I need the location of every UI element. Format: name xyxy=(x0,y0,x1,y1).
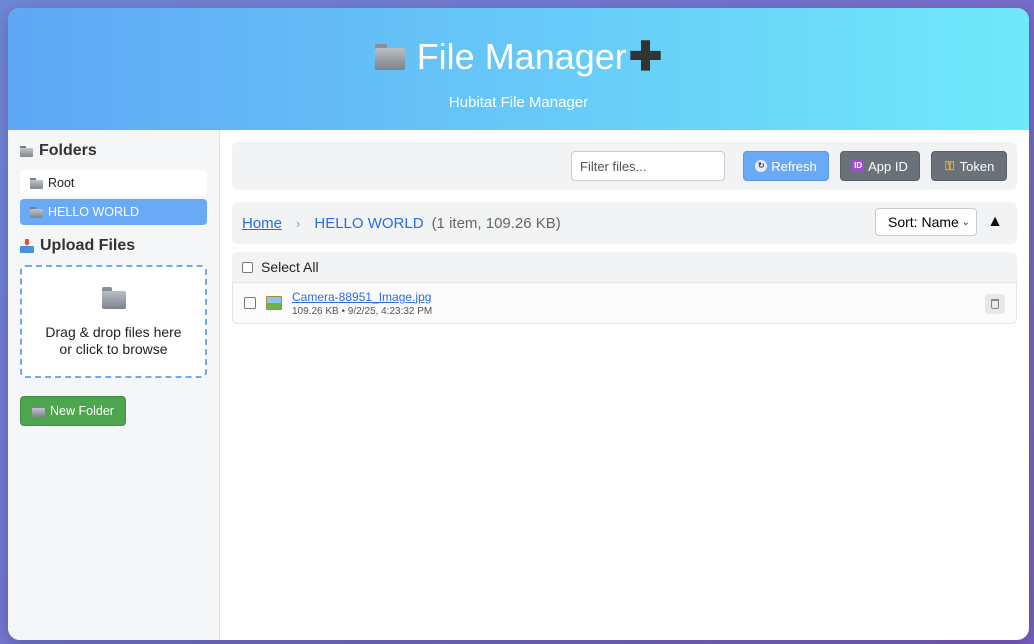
folder-icon xyxy=(20,145,33,157)
sort-direction-button[interactable]: ▲ xyxy=(987,213,1003,231)
file-meta: 109.26 KB • 9/2/25, 4:23:32 PM xyxy=(292,305,433,317)
new-folder-button[interactable]: New Folder xyxy=(20,396,126,426)
breadcrumb-separator: › xyxy=(296,215,301,231)
folders-heading: Folders xyxy=(20,142,207,160)
header: File Manager ✚ Hubitat File Manager xyxy=(8,8,1029,130)
folder-icon xyxy=(30,177,43,189)
inbox-tray-icon xyxy=(20,239,34,253)
dropzone-text: Drag & drop files here or click to brows… xyxy=(22,324,205,358)
folder-summary: (1 item, 109.26 KB) xyxy=(431,214,561,232)
list-item: Camera-88951_Image.jpg 109.26 KB • 9/2/2… xyxy=(232,282,1017,324)
sidebar: Folders Root HELLO WORLD Upload Files Dr… xyxy=(8,130,220,640)
refresh-icon: ↻ xyxy=(755,160,768,172)
breadcrumb: Home › HELLO WORLD (1 item, 109.26 KB) S… xyxy=(232,202,1017,244)
refresh-button[interactable]: ↻ Refresh xyxy=(743,151,829,181)
chevron-down-icon: ⌄ xyxy=(961,216,970,228)
sort-selected-value: Sort: Name xyxy=(888,214,959,230)
trash-icon xyxy=(991,299,999,309)
refresh-label: Refresh xyxy=(771,158,817,174)
token-label: Token xyxy=(959,158,995,174)
upload-dropzone[interactable]: Drag & drop files here or click to brows… xyxy=(20,265,207,378)
dropzone-line-2: or click to browse xyxy=(59,341,168,357)
folder-icon xyxy=(32,405,46,417)
sidebar-item-root[interactable]: Root xyxy=(20,170,207,196)
app-id-label: App ID xyxy=(868,158,908,174)
key-icon: ⚿ xyxy=(945,159,955,173)
page-title: File Manager ✚ xyxy=(8,8,1029,80)
folder-icon xyxy=(101,287,126,309)
file-checkbox[interactable] xyxy=(244,297,256,309)
select-all-label[interactable]: Select All xyxy=(261,259,319,275)
upload-heading-label: Upload Files xyxy=(40,237,136,254)
select-all-checkbox[interactable] xyxy=(242,261,253,273)
delete-button[interactable] xyxy=(985,294,1005,314)
image-file-icon xyxy=(266,296,282,310)
token-button[interactable]: ⚿ Token xyxy=(931,151,1007,181)
upload-heading: Upload Files xyxy=(20,237,207,255)
app-id-button[interactable]: ID App ID xyxy=(840,151,920,181)
plus-icon: ✚ xyxy=(628,35,663,79)
sidebar-item-label: HELLO WORLD xyxy=(48,205,139,219)
app-window: File Manager ✚ Hubitat File Manager Fold… xyxy=(8,8,1029,640)
page-subtitle: Hubitat File Manager xyxy=(448,94,589,111)
breadcrumb-home[interactable]: Home xyxy=(242,215,282,232)
filter-input[interactable] xyxy=(571,151,725,181)
breadcrumb-current[interactable]: HELLO WORLD xyxy=(314,215,423,232)
id-icon: ID xyxy=(852,160,865,172)
file-name-link[interactable]: Camera-88951_Image.jpg xyxy=(292,290,432,304)
title-text: File Manager xyxy=(416,36,627,77)
file-info: Camera-88951_Image.jpg 109.26 KB • 9/2/2… xyxy=(292,290,432,317)
sort-select[interactable]: Sort: Name ⌄ xyxy=(875,208,977,236)
main-panel: ↻ Refresh ID App ID ⚿ Token Home › HELLO… xyxy=(220,130,1029,640)
folders-heading-label: Folders xyxy=(39,142,97,159)
sidebar-item-hello-world[interactable]: HELLO WORLD xyxy=(20,199,207,225)
select-all-bar: Select All xyxy=(232,252,1017,282)
toolbar: ↻ Refresh ID App ID ⚿ Token xyxy=(232,142,1017,190)
folder-icon xyxy=(30,206,43,218)
sidebar-item-label: Root xyxy=(48,176,75,190)
new-folder-label: New Folder xyxy=(50,404,114,418)
folder-icon xyxy=(374,44,405,70)
dropzone-line-1: Drag & drop files here xyxy=(45,324,182,340)
